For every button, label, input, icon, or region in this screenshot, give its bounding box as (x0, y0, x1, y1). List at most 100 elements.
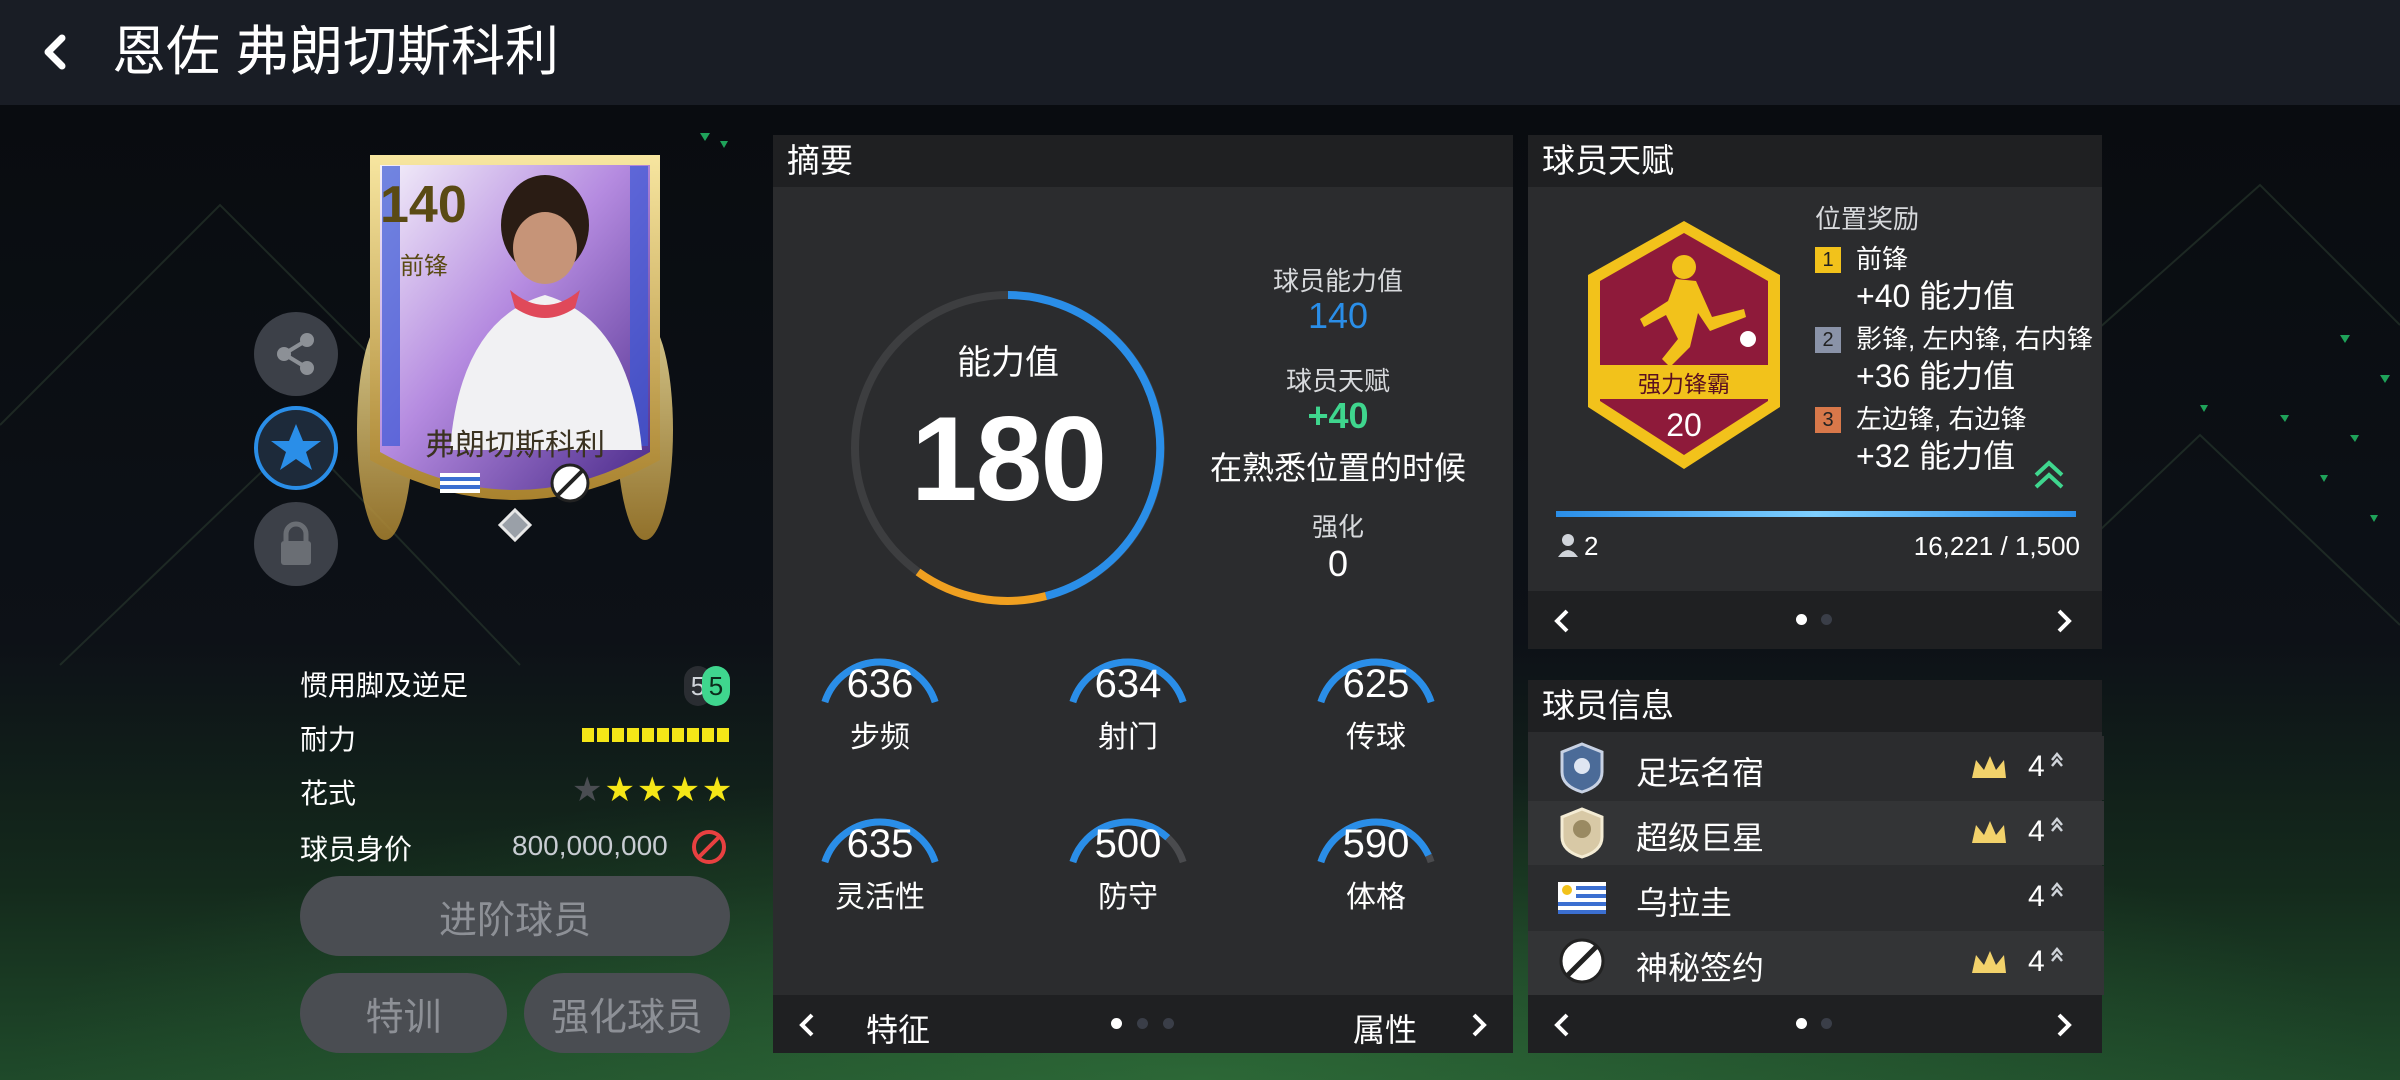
stat-value: 635 (846, 822, 914, 866)
crown-icon (1972, 821, 2006, 843)
info-row-name: 足坛名宿 (1636, 755, 1765, 791)
page-dot (1163, 1018, 1174, 1029)
bonus-rank-badge: 1 (1815, 247, 1841, 273)
card-rating: 140 (380, 176, 467, 234)
advance-player-button[interactable]: 进阶球员 (300, 876, 730, 956)
stat-label: 射门 (1098, 721, 1158, 754)
stat-label: 步频 (850, 721, 910, 754)
enhance-player-button[interactable]: 强化球员 (524, 973, 730, 1053)
info-row-count: 4 (2028, 815, 2045, 848)
summary-nav: 特征 属性 (773, 995, 1513, 1053)
page-dot (1821, 614, 1832, 625)
double-chevron-up-icon (2034, 460, 2064, 489)
talent-nav (1528, 591, 2102, 649)
chevron-left-icon[interactable] (1552, 1011, 1572, 1039)
stat-label: 防守 (1098, 881, 1158, 914)
talent-label: 球员天赋 (1285, 366, 1390, 396)
chevron-left-icon[interactable] (797, 1011, 817, 1039)
skill-label: 花式 (300, 778, 357, 809)
info-row[interactable]: 足坛名宿 4 (1528, 736, 2104, 800)
stat-value: 636 (846, 662, 914, 706)
icon-badge-icon (1560, 807, 1604, 859)
bonus-rank-badge: 2 (1815, 327, 1841, 353)
skill-stars: ★★★★★ (572, 770, 734, 810)
info-row-name: 超级巨星 (1636, 820, 1765, 856)
chevron-up-icon (2051, 882, 2063, 897)
tab-features[interactable]: 特征 (866, 1005, 930, 1051)
player-card[interactable]: 140 前锋 弗朗切斯科利 (330, 130, 700, 560)
page-dot-active (1796, 614, 1807, 625)
info-row-count: 4 (2028, 880, 2045, 913)
stat-label: 灵活性 (835, 881, 925, 914)
talent-progress-text: 16,221 / 1,500 (1913, 531, 2080, 561)
talent-progress-fill (1556, 511, 2076, 517)
info-row[interactable]: 神秘签约 4 (1528, 931, 2104, 995)
bonus-value: +32 能力值 (1856, 438, 2016, 474)
back-button[interactable] (36, 30, 76, 74)
ability-label: 能力值 (957, 344, 1059, 382)
card-position: 前锋 (400, 253, 448, 280)
lock-button[interactable] (254, 502, 338, 586)
player-value: 800,000,000 (512, 830, 668, 861)
player-rating-value: 140 (1307, 295, 1369, 336)
mystery-sign-icon (1559, 938, 1605, 984)
chevron-right-icon[interactable] (2054, 607, 2074, 635)
tab-attributes[interactable]: 属性 (1353, 1005, 1417, 1051)
page-dot (1821, 1018, 1832, 1029)
special-training-button[interactable]: 特训 (300, 973, 507, 1053)
chevron-right-icon[interactable] (1469, 1011, 1489, 1039)
star-filled-icon: ★★★★ (604, 771, 735, 809)
stamina-label: 耐力 (300, 724, 357, 755)
enhance-value: 0 (1327, 543, 1349, 584)
summary-title: 摘要 (773, 135, 1513, 187)
star-icon (271, 424, 321, 470)
talent-badge-level: 20 (1666, 407, 1702, 443)
talent-value: +40 (1307, 395, 1369, 436)
ability-value: 180 (910, 392, 1107, 526)
page-dot-active (1111, 1018, 1122, 1029)
star-empty-icon: ★ (572, 771, 605, 809)
info-row-count: 4 (2028, 750, 2045, 783)
chevron-up-icon (2051, 947, 2063, 962)
info-row-name: 乌拉圭 (1636, 885, 1733, 921)
talent-count: 2 (1584, 531, 1599, 561)
lock-icon (281, 521, 311, 565)
player-rating-label: 球员能力值 (1272, 266, 1403, 296)
talent-note: 在熟悉位置的时候 (1209, 450, 1466, 486)
share-icon (277, 333, 314, 375)
enhance-label: 强化 (1311, 512, 1364, 542)
info-nav (1528, 995, 2102, 1053)
info-row[interactable]: 乌拉圭 4 (1528, 866, 2104, 930)
talent-progress-bar (1556, 511, 2076, 517)
chevron-left-icon[interactable] (1552, 607, 1572, 635)
chevron-up-icon (2051, 752, 2063, 767)
stat-value: 625 (1342, 662, 1410, 706)
share-button[interactable] (254, 312, 338, 396)
page-title: 恩佐 弗朗切斯科利 (112, 22, 560, 82)
talent-title: 球员天赋 (1528, 135, 2102, 187)
uruguay-flag (440, 473, 480, 493)
foot-label: 惯用脚及逆足 (300, 670, 469, 701)
card-player-name: 弗朗切斯科利 (425, 429, 605, 462)
favorite-button[interactable] (254, 406, 338, 490)
stamina-bar (582, 728, 732, 747)
person-icon (1558, 534, 1578, 557)
chevron-right-icon[interactable] (2054, 1011, 2074, 1039)
bonus-title: 位置奖励 (1815, 204, 1920, 234)
foot-badge: 5 5 (684, 666, 732, 706)
bonus-rank-badge: 3 (1815, 407, 1841, 433)
uruguay-flag-icon (1558, 882, 1606, 914)
chevron-left-icon (44, 34, 66, 70)
crown-icon (1972, 951, 2006, 973)
legend-icon (1560, 742, 1604, 794)
value-label: 球员身价 (300, 834, 413, 865)
stat-value: 500 (1094, 822, 1162, 866)
player-info-title: 球员信息 (1528, 680, 2102, 732)
info-row[interactable]: 超级巨星 4 (1528, 801, 2104, 865)
chevron-up-icon (2051, 817, 2063, 832)
page-dot-active (1796, 1018, 1807, 1029)
info-row-count: 4 (2028, 945, 2045, 978)
summary-panel: 摘要 能力值 180 球员能力值 140 球员天赋 +40 在熟悉位置的时候 强… (773, 135, 1513, 1053)
no-trade-icon (692, 830, 726, 864)
talent-badge-name: 强力锋霸 (1638, 371, 1730, 397)
